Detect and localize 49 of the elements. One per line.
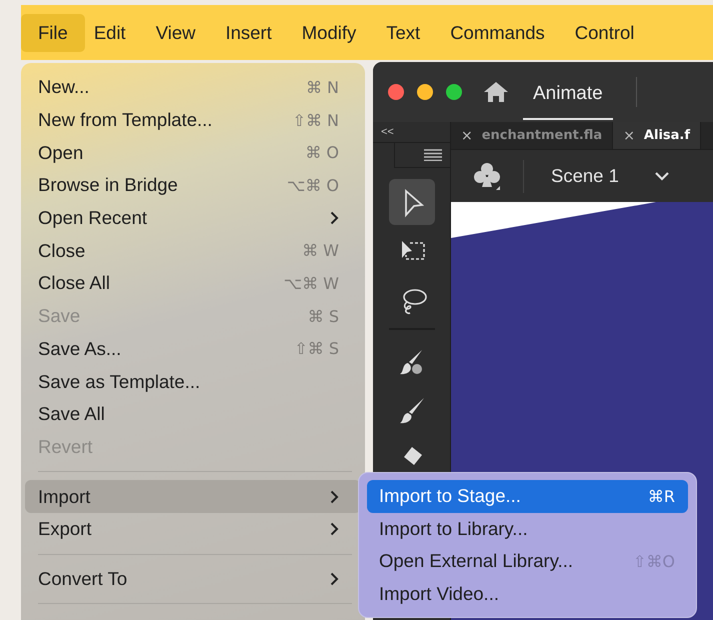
menu-item[interactable]: New from Template... ⇧⌘ N xyxy=(25,104,361,136)
close-tab-button[interactable]: × xyxy=(461,128,473,144)
menu-item[interactable]: Browse in Bridge ⌥⌘ O xyxy=(25,169,361,202)
submenu-item[interactable]: Import to Library... xyxy=(367,512,688,545)
shortcut-label: ⇧⌘ S xyxy=(294,339,339,358)
shortcut-label: ⌥⌘ O xyxy=(286,176,339,195)
menu-icon[interactable] xyxy=(424,149,442,161)
submenu-item[interactable]: Import Video... xyxy=(367,578,688,610)
menu-bar-item[interactable]: Control xyxy=(560,14,650,50)
menu-bar-item[interactable]: Commands xyxy=(435,14,560,50)
menu-item[interactable]: Close ⌘ W xyxy=(25,234,361,268)
menu-bar-item[interactable]: Text xyxy=(371,14,436,50)
submenu-item[interactable]: Import to Stage... ⌘R xyxy=(367,480,688,512)
menu-item[interactable]: Save All xyxy=(25,398,361,431)
workspace-tab[interactable]: Animate xyxy=(523,64,613,120)
shortcut-label: ⌘ N xyxy=(306,78,339,97)
menu-item[interactable]: Close All ⌥⌘ W xyxy=(25,267,361,300)
zoom-button[interactable] xyxy=(446,84,462,100)
close-button[interactable] xyxy=(388,84,404,100)
menu-bar-item[interactable]: Insert xyxy=(210,14,287,50)
home-icon[interactable] xyxy=(483,81,509,103)
shortcut-label: ⌘R xyxy=(648,486,675,506)
menu-item[interactable]: Export xyxy=(25,512,361,546)
menu-item[interactable]: Import xyxy=(25,480,361,513)
menu-item[interactable]: Open ⌘ O xyxy=(25,136,361,170)
document-tab[interactable]: × Alisa.f xyxy=(613,122,701,149)
menu-bar-item[interactable]: File xyxy=(21,14,85,52)
club-icon[interactable] xyxy=(471,161,503,191)
shortcut-label: ⌘ O xyxy=(305,143,339,162)
menu-item[interactable]: Open Recent xyxy=(25,202,361,234)
shortcut-label: ⌘ W xyxy=(302,241,339,260)
menu-item[interactable]: Save as Template... xyxy=(25,365,361,398)
scene-label: Scene 1 xyxy=(551,165,619,187)
panel-tab[interactable] xyxy=(394,143,450,168)
menu-bar-item[interactable]: Modify xyxy=(286,14,372,50)
menu-item[interactable]: Save As... ⇧⌘ S xyxy=(25,332,361,366)
shortcut-label: ⌘ S xyxy=(308,306,339,326)
shortcut-label: ⌥⌘ W xyxy=(284,274,339,293)
menu-item[interactable]: Convert To xyxy=(25,562,361,596)
shortcut-label: ⇧⌘ N xyxy=(292,110,339,130)
menu-item[interactable]: New... ⌘ N xyxy=(25,71,361,104)
chevron-down-icon[interactable] xyxy=(654,172,669,180)
tool-button[interactable] xyxy=(388,179,434,225)
tab-label: Alisa.f xyxy=(644,128,690,143)
tab-label: enchantment.fla xyxy=(482,128,602,143)
collapse-button[interactable]: << xyxy=(373,126,394,138)
close-tab-button[interactable]: × xyxy=(623,128,635,144)
menu-bar-item[interactable]: View xyxy=(140,14,210,50)
minimize-button[interactable] xyxy=(417,84,433,100)
